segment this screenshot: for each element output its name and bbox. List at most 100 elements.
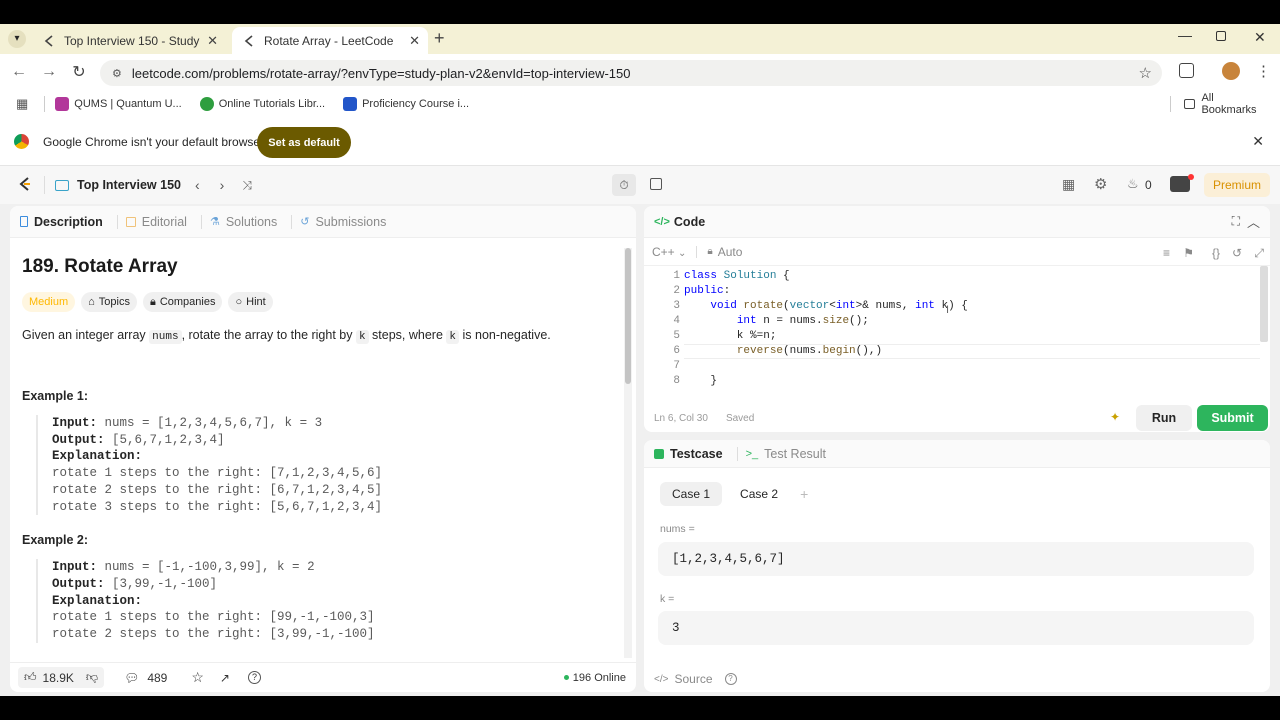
- lightbulb-icon: ○: [235, 296, 243, 308]
- k-input[interactable]: 3: [658, 611, 1254, 645]
- next-problem-icon[interactable]: ›: [220, 177, 225, 193]
- favorite-star-icon[interactable]: ☆: [191, 669, 204, 686]
- new-tab-plus-icon[interactable]: +: [434, 28, 445, 49]
- debug-icon[interactable]: ✦: [1110, 410, 1120, 424]
- settings-gear-icon[interactable]: ⚙: [1094, 175, 1107, 193]
- maximize-icon[interactable]: ⛶: [1232, 214, 1240, 229]
- leetcode-logo-icon[interactable]: [18, 176, 34, 195]
- timer-icon[interactable]: ⏱: [612, 174, 636, 196]
- streak-fire-icon[interactable]: ♨: [1127, 176, 1139, 192]
- layout-grid-icon[interactable]: ▦: [1062, 176, 1075, 193]
- explanation-line: rotate 1 steps to the right: [99,-1,-100…: [52, 610, 375, 625]
- code-line: int n = nums.size();: [736, 315, 869, 327]
- divider: [200, 214, 202, 229]
- online-dot: [563, 675, 569, 680]
- tab-submissions[interactable]: ↺ Submissions: [300, 215, 386, 229]
- line-number: 5: [673, 330, 680, 342]
- bookmark-qums[interactable]: QUMS | Quantum U...: [55, 97, 182, 111]
- problem-title: 189. Rotate Array: [22, 256, 178, 277]
- chrome-logo-icon: [14, 134, 29, 149]
- tab-description[interactable]: Description: [20, 215, 103, 229]
- bookmark-icon[interactable]: ⚑: [1183, 246, 1194, 260]
- tab-testcase[interactable]: Testcase: [654, 447, 723, 461]
- share-icon[interactable]: ↗: [220, 671, 230, 685]
- run-button[interactable]: Run: [1136, 405, 1192, 431]
- extensions-puzzle-icon[interactable]: [1179, 63, 1194, 78]
- restore-window-icon[interactable]: [1216, 31, 1226, 41]
- code-editor[interactable]: 1 2 3 4 5 6 7 8 class Solution { public:…: [644, 266, 1260, 396]
- shuffle-icon[interactable]: ⤨: [242, 178, 252, 193]
- hint-badge[interactable]: ○ Hint: [228, 292, 273, 312]
- bottom-black-bar: [0, 696, 1280, 720]
- description-scrollbar[interactable]: [624, 248, 632, 658]
- editor-scrollbar[interactable]: [1260, 266, 1268, 342]
- site-settings-icon[interactable]: ⚙: [112, 67, 122, 80]
- code-line: }: [684, 375, 718, 387]
- apps-grid-icon[interactable]: ▦: [16, 96, 28, 112]
- bookmark-label: Proficiency Course i...: [362, 98, 470, 110]
- braces-icon[interactable]: {}: [1212, 246, 1220, 260]
- like-button[interactable]: 👍︎ 18.9K 👎︎: [18, 667, 105, 688]
- help-icon[interactable]: ?: [247, 671, 261, 684]
- close-tab-icon[interactable]: ✕: [207, 33, 218, 49]
- bookmark-proficiency[interactable]: Proficiency Course i...: [343, 97, 469, 111]
- code-panel-title: Code: [673, 214, 706, 229]
- bookmark-star-icon[interactable]: ☆: [1139, 64, 1152, 82]
- all-bookmarks[interactable]: All Bookmarks: [1184, 92, 1262, 116]
- source-link[interactable]: </> Source ?: [654, 672, 737, 686]
- topics-badge[interactable]: ⌂ Topics: [81, 292, 137, 312]
- code-bracket-icon: </>: [654, 215, 670, 228]
- mode-label[interactable]: Auto: [718, 245, 743, 259]
- description-content: 189. Rotate Array Medium ⌂ Topics 🔒︎ Compa…: [10, 238, 624, 660]
- statement-text: is non-negative.: [459, 328, 551, 342]
- case-1-tab[interactable]: Case 1: [660, 482, 723, 506]
- help-icon[interactable]: ?: [724, 673, 737, 685]
- browser-menu-icon[interactable]: ⋮: [1256, 62, 1271, 80]
- submit-button[interactable]: Submit: [1197, 405, 1268, 431]
- companies-badge[interactable]: 🔒︎ Companies: [142, 292, 223, 312]
- set-as-default-button[interactable]: Set as default: [257, 127, 351, 158]
- url-input[interactable]: ⚙ leetcode.com/problems/rotate-array/?en…: [100, 60, 1162, 86]
- explanation-line: rotate 1 steps to the right: [7,1,2,3,4,…: [52, 466, 383, 481]
- study-plan-title[interactable]: Top Interview 150: [77, 178, 181, 192]
- close-infobar-icon[interactable]: ✕: [1252, 133, 1264, 150]
- thumbs-down-icon[interactable]: 👎︎: [86, 670, 98, 685]
- reload-icon[interactable]: ↻: [64, 62, 94, 82]
- example-input: nums = [-1,-100,3,99], k = 2: [104, 560, 315, 575]
- bookmark-online-tutorials[interactable]: Online Tutorials Libr...: [199, 97, 325, 111]
- browser-tab-study-plan[interactable]: Top Interview 150 - Study Plan ✕: [32, 27, 226, 54]
- badge-label: Topics: [98, 296, 130, 308]
- forward-arrow-icon[interactable]: →: [34, 63, 64, 81]
- tab-title: Rotate Array - LeetCode: [264, 33, 394, 48]
- difficulty-badge: Medium: [22, 292, 76, 312]
- tab-solutions[interactable]: ⚗ Solutions: [210, 215, 277, 229]
- tab-test-result[interactable]: >_ Test Result: [746, 447, 826, 461]
- tab-search-chevron-icon[interactable]: ▾: [8, 30, 26, 48]
- format-icon[interactable]: ≡: [1163, 246, 1170, 260]
- testcase-panel: Testcase >_ Test Result Case 1 Case 2 + n…: [644, 440, 1270, 692]
- statement-text: , rotate the array to the right by: [181, 328, 356, 342]
- user-avatar[interactable]: [1170, 176, 1190, 192]
- badge-label: Hint: [246, 296, 266, 308]
- language-select[interactable]: C++ ⌄: [652, 245, 686, 259]
- browser-tab-rotate-array[interactable]: Rotate Array - LeetCode ✕: [232, 27, 428, 54]
- close-window-icon[interactable]: ✕: [1254, 29, 1266, 46]
- notes-icon[interactable]: [650, 178, 662, 190]
- scrollbar-thumb[interactable]: [625, 248, 631, 384]
- collapse-chevron-icon[interactable]: ︿: [1247, 212, 1260, 231]
- tab-editorial[interactable]: Editorial: [125, 215, 187, 229]
- reset-icon[interactable]: ↺: [1232, 246, 1242, 260]
- comments-button[interactable]: 💬︎ 489: [124, 671, 167, 685]
- nums-input[interactable]: [1,2,3,4,5,6,7]: [658, 542, 1254, 576]
- add-case-plus-icon[interactable]: +: [800, 486, 808, 502]
- back-arrow-icon[interactable]: ←: [4, 63, 34, 81]
- case-2-tab[interactable]: Case 2: [728, 482, 790, 506]
- online-indicator: 196 Online: [563, 672, 626, 684]
- profile-avatar[interactable]: [1222, 62, 1240, 80]
- minimize-window-icon[interactable]: —: [1178, 27, 1192, 43]
- close-tab-icon[interactable]: ✕: [409, 33, 420, 49]
- explanation-label: Explanation:: [52, 449, 143, 464]
- premium-button[interactable]: Premium: [1204, 173, 1270, 197]
- prev-problem-icon[interactable]: ‹: [195, 177, 200, 193]
- expand-icon[interactable]: ⤢: [1254, 246, 1264, 261]
